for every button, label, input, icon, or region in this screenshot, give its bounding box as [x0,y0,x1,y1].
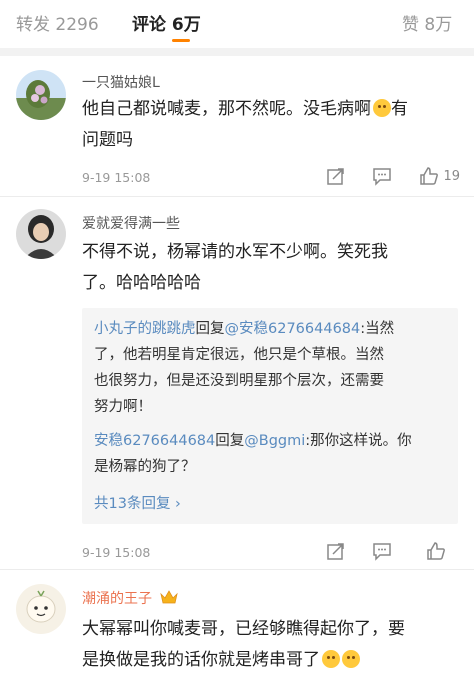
comment-text-part: 有 [391,99,408,119]
reply-text: 是杨幂的狗了？ [94,459,196,475]
reply-verb: 回复 [195,321,225,337]
share-button[interactable] [326,166,346,186]
tab-reposts[interactable]: 转发 2296 [16,10,99,35]
reply-mention[interactable]: @Bggmi [244,433,305,449]
comment-icon [373,543,391,561]
crown-icon [160,590,179,604]
reply-button[interactable] [372,166,392,186]
reply-item: 安稳6276644684回复@Bggmi:那你这样说。你 是杨幂的狗了？ [94,428,446,480]
reply-item: 小丸子的跳跳虎回复@安稳6276644684:当然 了，他若明星肯定很远，他只是… [94,316,446,420]
comment-username[interactable]: 一只猫姑娘L [82,72,160,92]
avatar[interactable] [16,70,66,120]
reply-button[interactable] [372,541,392,561]
comment-timestamp: 9-19 15:08 [82,170,151,185]
active-tab-indicator [172,39,190,42]
comment-username-text[interactable]: 潮涌的王子 [82,591,152,607]
comment-text: 不得不说，杨幂请的水军不少啊。笑死我 了。哈哈哈哈哈 [82,237,462,299]
reply-text: :那你这样说。你 [305,433,412,449]
thumbs-up-icon [420,167,439,185]
like-button[interactable] [426,541,450,561]
comment-username[interactable]: 爱就爱得满一些 [82,213,180,233]
reply-text: 了，他若明星肯定很远，他只是个草根。当然 [94,347,384,363]
share-icon [327,543,344,560]
reply-mention[interactable]: @安稳6276644684 [225,321,361,337]
comment-item: 潮涌的王子 大幂幂叫你喊麦哥，已经够瞧得起你了，要 是换做是我的话你就是烤串哥了 [0,570,474,691]
more-replies-link[interactable]: 共13条回复 › [94,492,181,513]
avatar[interactable] [16,209,66,259]
tab-likes[interactable]: 赞 8万 [402,10,452,35]
reply-text: :当然 [360,321,395,337]
section-divider [0,48,474,56]
comment-icon [373,168,391,186]
comment-text-part: 问题吗 [82,130,133,150]
thumbs-up-icon [427,542,445,560]
like-count: 19 [443,168,460,184]
reply-username[interactable]: 小丸子的跳跳虎 [94,321,196,337]
reply-username[interactable]: 安稳6276644684 [94,433,215,449]
reply-verb: 回复 [215,433,245,449]
comment-text-part: 大幂幂叫你喊麦哥，已经够瞧得起你了，要 [82,619,405,639]
reply-text: 努力啊！ [94,399,152,415]
comment-text: 他自己都说喊麦，那不然呢。没毛病啊有 问题吗 [82,94,462,156]
dizzy-face-icon [373,99,391,117]
comment-text: 大幂幂叫你喊麦哥，已经够瞧得起你了，要 是换做是我的话你就是烤串哥了 [82,614,462,676]
avatar[interactable] [16,584,66,634]
comment-timestamp: 9-19 15:08 [82,545,151,560]
like-button[interactable]: 19 [419,166,460,186]
share-button[interactable] [326,541,346,561]
comment-username: 潮涌的王子 [82,588,179,608]
comment-text-part: 是换做是我的话你就是烤串哥了 [82,650,320,670]
comment-text-part: 不得不说，杨幂请的水军不少啊。笑死我 [82,242,388,262]
grin-face-icon [342,650,360,668]
comment-item: 爱就爱得满一些 不得不说，杨幂请的水军不少啊。笑死我 了。哈哈哈哈哈 小丸子的跳… [0,197,474,569]
comment-text-part: 了。哈哈哈哈哈 [82,273,201,293]
comment-text-part: 他自己都说喊麦，那不然呢。没毛病啊 [82,99,371,119]
share-icon [327,168,344,185]
comment-tab-bar: 转发 2296 评论 6万 赞 8万 [0,0,474,48]
tab-comments[interactable]: 评论 6万 [132,10,201,35]
grin-face-icon [322,650,340,668]
reply-text: 也很努力，但是还没到明星那个层次，还需要 [94,373,384,389]
comment-item: 一只猫姑娘L 他自己都说喊麦，那不然呢。没毛病啊有 问题吗 9-19 15:08… [0,56,474,196]
reply-thread[interactable]: 小丸子的跳跳虎回复@安稳6276644684:当然 了，他若明星肯定很远，他只是… [82,308,458,524]
